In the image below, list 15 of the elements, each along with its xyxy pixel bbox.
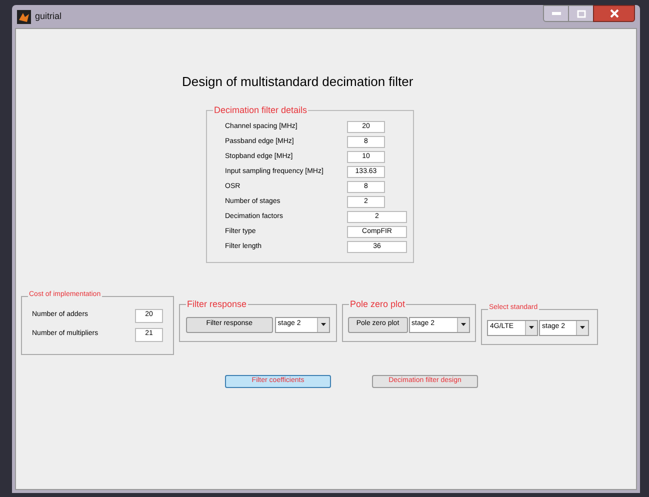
page-heading: Design of multistandard decimation filter xyxy=(182,73,414,91)
maximize-button[interactable] xyxy=(569,5,593,22)
close-button[interactable] xyxy=(593,5,635,22)
panel-title: Pole zero plot xyxy=(349,298,406,311)
window-title: guitrial xyxy=(35,10,62,23)
close-icon xyxy=(610,9,618,18)
dropdown-arrow-icon xyxy=(580,326,585,329)
minimize-button[interactable] xyxy=(543,5,569,22)
panel-title: Filter response xyxy=(186,298,248,311)
minimize-icon xyxy=(552,12,560,15)
app-logo-icon xyxy=(17,10,31,24)
dropdown-arrow-icon xyxy=(321,323,326,326)
maximize-icon xyxy=(576,10,586,18)
dropdown-arrow-icon xyxy=(529,326,534,329)
dropdown-arrow-icon xyxy=(461,323,466,326)
